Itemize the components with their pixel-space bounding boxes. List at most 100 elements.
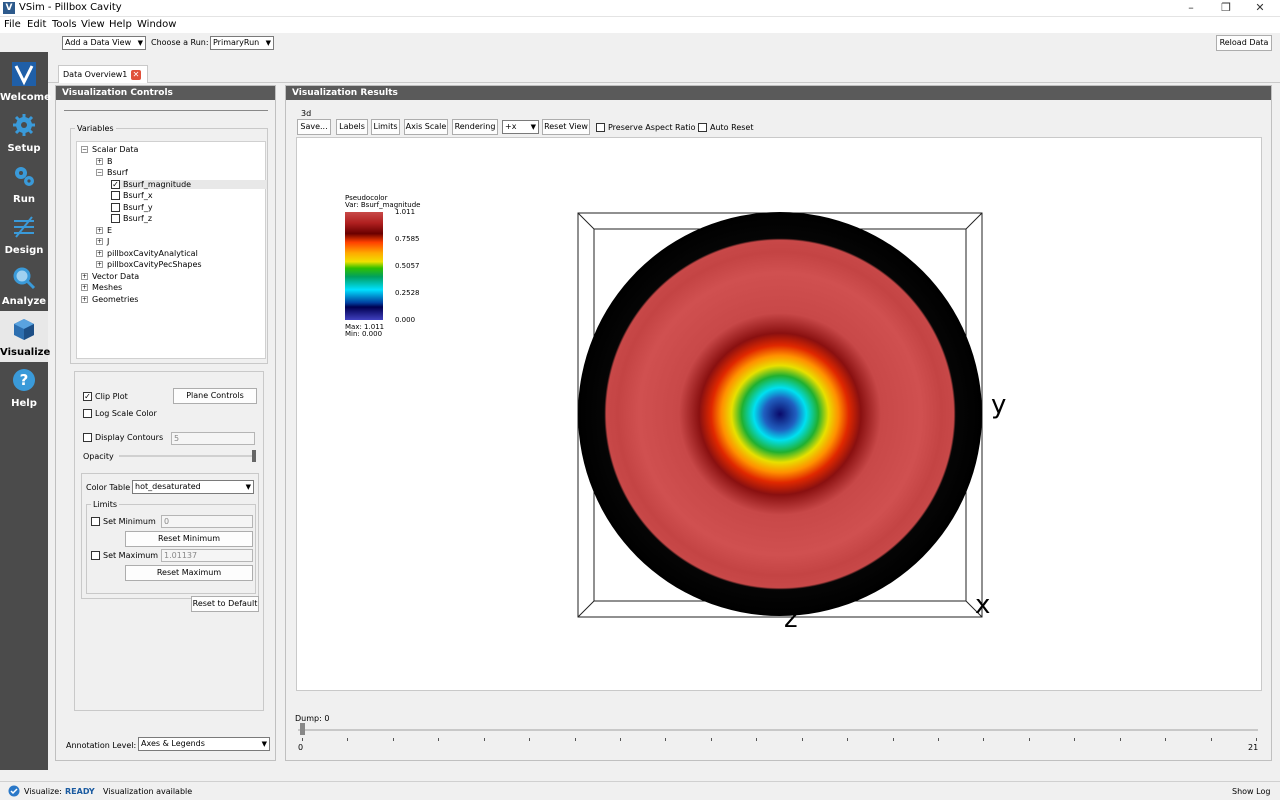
tree-checkbox[interactable]: ✓ — [111, 179, 120, 189]
auto-reset-checkbox[interactable]: Auto Reset — [698, 123, 753, 132]
tree-item[interactable]: + pillboxCavityAnalytical — [96, 249, 198, 258]
axis-scale-button[interactable]: Axis Scale — [404, 119, 448, 135]
tree-item[interactable]: + Geometries — [81, 295, 138, 304]
tree-item[interactable]: + Meshes — [81, 283, 122, 292]
nav-visualize[interactable]: Visualize — [0, 311, 50, 362]
menu-file[interactable]: File — [4, 19, 21, 30]
reset-to-default-button[interactable]: Reset to Default — [191, 596, 259, 612]
check-circle-icon — [8, 785, 20, 797]
menu-bar: File Edit Tools View Help Window — [0, 17, 1280, 33]
maximum-input[interactable]: 1.01137 — [161, 549, 253, 562]
tree-checkbox[interactable] — [111, 191, 120, 200]
nav-help[interactable]: ? Help — [0, 362, 48, 413]
tree-checkbox[interactable] — [111, 214, 120, 223]
add-data-view-select[interactable]: Add a Data View ▼ — [62, 36, 146, 50]
save-button[interactable]: Save... — [297, 119, 331, 135]
slider-tick — [1119, 738, 1121, 741]
tab-label: Data Overview1 — [63, 70, 128, 79]
expand-icon[interactable]: + — [81, 272, 88, 280]
preserve-aspect-checkbox[interactable]: Preserve Aspect Ratio — [596, 123, 696, 132]
tree-item[interactable]: + pillboxCavityPecShapes — [96, 260, 202, 269]
color-table-select[interactable]: hot_desaturated ▼ — [132, 480, 254, 494]
rendering-button[interactable]: Rendering — [452, 119, 498, 135]
tree-item[interactable]: + E — [96, 226, 112, 235]
minimum-input[interactable]: 0 — [161, 515, 253, 528]
tab-close-icon[interactable]: ✕ — [131, 70, 141, 80]
slider-tick — [938, 738, 939, 741]
slider-tick — [620, 738, 621, 741]
display-contours-checkbox[interactable]: Display Contours — [83, 433, 163, 442]
reload-data-button[interactable]: Reload Data — [1216, 35, 1272, 51]
collapse-icon[interactable]: − — [81, 146, 88, 153]
help-icon: ? — [13, 369, 35, 391]
axis-x-label: x — [975, 590, 991, 620]
tree-item[interactable]: + J — [96, 237, 109, 246]
tree-item[interactable]: Bsurf_z — [111, 214, 152, 223]
tree-item[interactable]: Bsurf_x — [111, 191, 153, 200]
expand-icon[interactable]: + — [81, 295, 88, 303]
legend-tick-1: 1.011 — [395, 208, 416, 216]
status-state: READY — [65, 787, 95, 796]
reset-view-button[interactable]: Reset View — [542, 119, 590, 135]
tab-data-overview[interactable]: Data Overview1 ✕ — [58, 65, 148, 83]
menu-help[interactable]: Help — [109, 19, 132, 30]
annotation-level-select[interactable]: Axes & Legends ▼ — [138, 737, 270, 751]
reset-minimum-button[interactable]: Reset Minimum — [125, 531, 253, 547]
show-log-button[interactable]: Show Log — [1232, 787, 1270, 796]
slider-tick — [529, 738, 531, 741]
dump-slider-handle[interactable] — [300, 723, 305, 735]
tree-item[interactable]: − Scalar Data — [81, 145, 138, 154]
set-maximum-checkbox[interactable]: Set Maximum — [91, 551, 158, 560]
slider-tick — [1028, 738, 1030, 741]
menu-view[interactable]: View — [81, 19, 105, 30]
menu-edit[interactable]: Edit — [27, 19, 46, 30]
tree-item[interactable]: ✓ Bsurf_magnitude — [111, 179, 267, 189]
tree-item-label: pillboxCavityAnalytical — [107, 248, 198, 258]
clip-plot-checkbox[interactable]: ✓ Clip Plot — [83, 392, 128, 401]
variables-tree[interactable]: − Scalar Data + B − Bsurf ✓ Bsurf_magnitude Bsur… — [76, 141, 267, 359]
tree-item[interactable]: − Bsurf — [96, 168, 128, 177]
opacity-slider[interactable] — [119, 455, 255, 457]
nav-welcome[interactable]: Welcome — [0, 56, 51, 107]
menu-tools[interactable]: Tools — [52, 19, 77, 30]
collapse-icon[interactable]: − — [96, 169, 103, 176]
expand-icon[interactable]: + — [81, 284, 88, 291]
set-minimum-checkbox[interactable]: Set Minimum — [91, 517, 156, 526]
legend-min: Min: 0.000 — [345, 330, 383, 338]
slider-tick — [1074, 738, 1076, 741]
render-view[interactable]: Pseudocolor Var: Bsurf_magnitude 1.011 0… — [296, 137, 1262, 691]
opacity-handle[interactable] — [252, 450, 256, 462]
nav-run[interactable]: Run — [0, 158, 48, 209]
menu-window[interactable]: Window — [137, 19, 176, 30]
log-scale-checkbox[interactable]: Log Scale Color — [83, 409, 157, 418]
expand-icon[interactable]: + — [96, 249, 103, 257]
expand-icon[interactable]: + — [96, 157, 103, 165]
tree-item[interactable]: + B — [96, 157, 113, 166]
reset-maximum-button[interactable]: Reset Maximum — [125, 565, 253, 581]
dump-slider[interactable] — [298, 729, 1258, 731]
plane-controls-button[interactable]: Plane Controls — [173, 388, 257, 404]
axis-y-label: y — [991, 390, 1007, 420]
labels-button[interactable]: Labels — [336, 119, 368, 135]
limits-button[interactable]: Limits — [371, 119, 400, 135]
slider-tick — [801, 738, 803, 741]
expand-icon[interactable]: + — [96, 238, 103, 245]
slider-tick — [347, 738, 349, 741]
tree-item[interactable]: Bsurf_y — [111, 202, 153, 212]
slider-tick — [1256, 738, 1257, 741]
tree-item[interactable]: + Vector Data — [81, 272, 139, 281]
nav-design[interactable]: Design — [0, 209, 48, 260]
expand-icon[interactable]: + — [96, 226, 103, 234]
close-icon[interactable]: ✕ — [1237, 0, 1280, 17]
design-icon — [14, 216, 34, 238]
tree-item-label: J — [107, 237, 110, 246]
expand-icon[interactable]: + — [96, 261, 103, 268]
view-axis-select[interactable]: +x ▼ — [502, 120, 539, 134]
nav-analyze[interactable]: Analyze — [0, 260, 48, 311]
legend-tick-5: 0.000 — [395, 316, 416, 324]
run-select[interactable]: PrimaryRun ▼ — [210, 36, 274, 50]
nav-setup[interactable]: Setup — [0, 107, 48, 158]
svg-text:?: ? — [20, 371, 29, 389]
contours-spinbox[interactable]: 5 — [171, 432, 255, 445]
tree-checkbox[interactable] — [111, 202, 120, 212]
